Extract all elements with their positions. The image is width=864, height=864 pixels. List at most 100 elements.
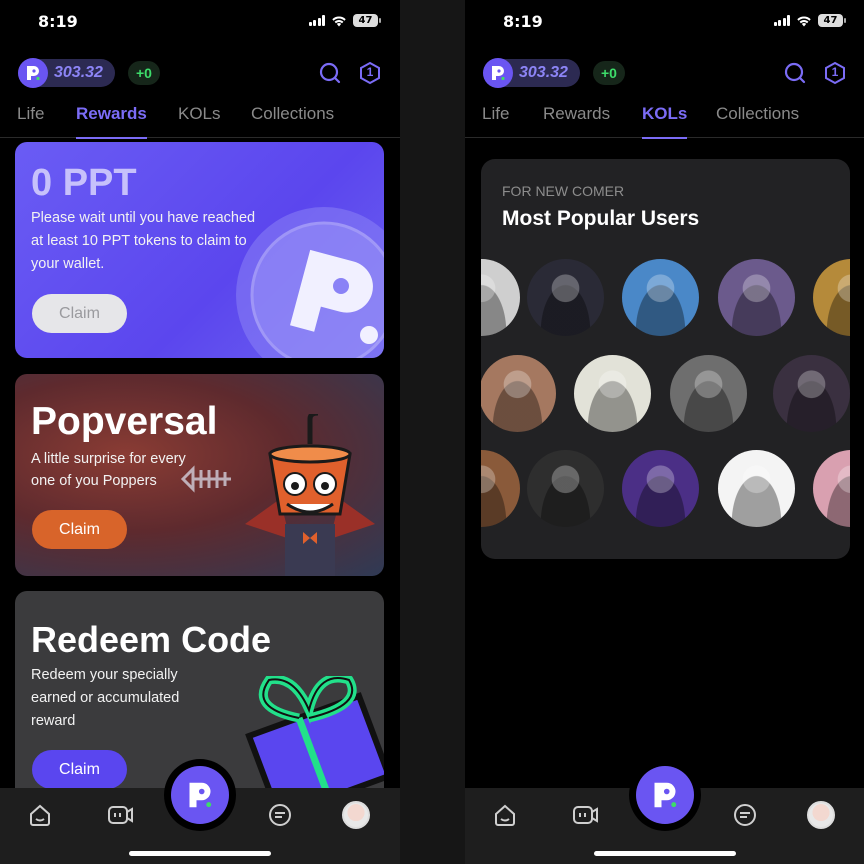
signal-icon	[773, 15, 790, 26]
home-icon	[30, 804, 50, 826]
avatar-anime-purple-hair[interactable]	[773, 355, 850, 432]
level-badge-value: 1	[831, 65, 839, 79]
redeem-claim-button[interactable]: Claim	[32, 750, 127, 789]
avatar-man-portrait[interactable]	[622, 259, 699, 336]
balance-delta: +0	[128, 61, 160, 85]
pop-logo-icon	[18, 58, 48, 88]
nav-camera[interactable]	[105, 800, 135, 830]
ppt-reward-card: 0 PPT Please wait until you have reached…	[15, 142, 384, 358]
level-badge[interactable]: 1	[358, 61, 382, 85]
popversal-card: Popversal A little surprise for every on…	[15, 374, 384, 576]
popversal-title: Popversal	[31, 400, 218, 443]
level-badge-value: 1	[366, 65, 374, 79]
section-eyebrow: FOR NEW COMER	[502, 183, 625, 199]
chat-icon	[269, 804, 291, 826]
balance-row: 303.32 +0 1	[18, 58, 382, 89]
tab-life[interactable]: Life	[17, 102, 44, 138]
top-tabs: Life Rewards KOLs Collections	[0, 102, 400, 139]
nav-chat[interactable]	[730, 800, 760, 830]
status-icons: 47	[308, 14, 381, 27]
ppt-line-2: at least 10 PPT tokens to claim to	[31, 233, 247, 249]
fishbone-icon	[180, 465, 231, 493]
avatar-bear-cartoon[interactable]	[481, 259, 520, 336]
section-title: Most Popular Users	[502, 207, 700, 230]
popversal-line-2: one of you Poppers	[31, 473, 157, 489]
status-bar: 8:19 47	[465, 0, 864, 44]
profile-avatar	[342, 801, 370, 829]
popversal-claim-button[interactable]: Claim	[32, 510, 127, 549]
search-icon[interactable]	[318, 61, 342, 85]
nav-chat[interactable]	[265, 800, 295, 830]
level-badge[interactable]: 1	[823, 61, 847, 85]
pop-center-button[interactable]	[171, 766, 229, 824]
nav-home[interactable]	[25, 800, 55, 830]
redeem-title: Redeem Code	[31, 619, 272, 660]
avatar-stage-screen[interactable]	[718, 259, 795, 336]
pop-logo-icon	[654, 782, 677, 808]
most-popular-users-card: FOR NEW COMER Most Popular Users	[481, 159, 850, 559]
phone-screen-kols: 8:19 47 303.32 +0 1 Life Rewards KOLs Co…	[465, 0, 864, 864]
nav-home[interactable]	[490, 800, 520, 830]
camera-icon	[108, 806, 133, 824]
redeem-line-1: Redeem your specially	[31, 667, 178, 683]
header-actions: 1	[783, 61, 847, 85]
avatar-suit-person[interactable]	[670, 355, 747, 432]
cup-character-illustration	[245, 414, 375, 576]
home-icon	[495, 804, 515, 826]
status-bar: 8:19 47	[0, 0, 400, 44]
avatar-dog-photo[interactable]	[527, 450, 604, 527]
ppt-claim-button[interactable]: Claim	[32, 294, 127, 333]
popversal-line-1: A little surprise for every	[31, 451, 186, 467]
balance-value: 303.32	[519, 64, 568, 81]
status-icons: 47	[773, 14, 846, 27]
home-indicator	[594, 851, 736, 856]
pop-center-button[interactable]	[636, 766, 694, 824]
battery-icon: 47	[353, 14, 381, 27]
avatar-crowd-photo[interactable]	[527, 259, 604, 336]
balance-pill[interactable]: 303.32	[18, 58, 115, 88]
redeem-line-3: reward	[31, 713, 76, 729]
pop-logo-icon	[483, 58, 513, 88]
tab-kols[interactable]: KOLs	[642, 102, 688, 139]
signal-icon	[308, 15, 325, 26]
ppt-line-3: your wallet.	[31, 256, 105, 272]
status-time: 8:19	[38, 12, 78, 31]
header-actions: 1	[318, 61, 382, 85]
tab-collections[interactable]: Collections	[251, 102, 334, 138]
phone-screen-rewards: 8:19 47 303.32 +0 1 Life Rewards KOLs Co…	[0, 0, 400, 864]
avatar-gold-badge[interactable]	[813, 259, 850, 336]
top-tabs: Life Rewards KOLs Collections	[465, 102, 864, 139]
gift-box-illustration	[245, 676, 384, 801]
balance-delta: +0	[593, 61, 625, 85]
home-indicator	[129, 851, 271, 856]
screenshot-stage: 8:19 47 303.32 +0 1 Life Rewards KOLs Co…	[0, 0, 864, 864]
avatar-gaming-room[interactable]	[622, 450, 699, 527]
balance-row: 303.32 +0 1	[483, 58, 847, 89]
avatar-popcorn[interactable]	[718, 450, 795, 527]
nav-camera[interactable]	[570, 800, 600, 830]
profile-avatar	[807, 801, 835, 829]
avatar-pink-woman[interactable]	[813, 450, 850, 527]
camera-icon	[573, 806, 598, 824]
tab-collections[interactable]: Collections	[716, 102, 799, 138]
avatar-fox-photo[interactable]	[481, 450, 520, 527]
wifi-icon	[332, 15, 346, 26]
tab-rewards[interactable]: Rewards	[76, 102, 147, 139]
balance-pill[interactable]: 303.32	[483, 58, 580, 88]
tab-rewards[interactable]: Rewards	[543, 102, 610, 138]
avatar-robot-ape[interactable]	[574, 355, 651, 432]
pop-logo-icon	[189, 782, 212, 808]
status-time: 8:19	[503, 12, 543, 31]
battery-icon: 47	[818, 14, 846, 27]
chat-icon	[734, 804, 756, 826]
avatar-woman-photo[interactable]	[481, 355, 556, 432]
tab-kols[interactable]: KOLs	[178, 102, 221, 138]
nav-profile[interactable]	[806, 800, 836, 830]
ppt-amount: 0 PPT	[31, 162, 137, 204]
ppt-line-1: Please wait until you have reached	[31, 210, 256, 226]
balance-value: 303.32	[54, 64, 103, 81]
redeem-line-2: earned or accumulated	[31, 690, 180, 706]
tab-life[interactable]: Life	[482, 102, 509, 138]
search-icon[interactable]	[783, 61, 807, 85]
nav-profile[interactable]	[341, 800, 371, 830]
